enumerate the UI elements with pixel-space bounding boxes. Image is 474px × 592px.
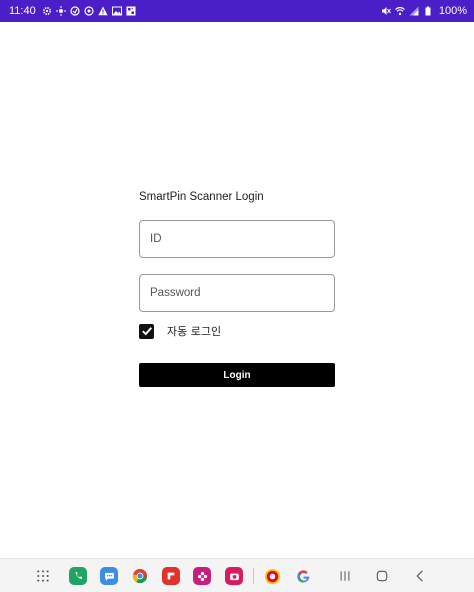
- google-icon[interactable]: [294, 567, 312, 585]
- warning-icon: [98, 6, 108, 16]
- status-right: 100%: [381, 5, 467, 17]
- dock-divider: [253, 568, 254, 584]
- battery-percent: 100%: [438, 5, 467, 17]
- chrome-icon[interactable]: [131, 567, 149, 585]
- settings-icon: [42, 6, 52, 16]
- home-button[interactable]: [373, 567, 391, 585]
- brightness-icon: [55, 6, 66, 16]
- vpn-icon: [70, 6, 80, 16]
- qr-icon: [126, 6, 136, 16]
- auto-login-label: 자동 로그인: [167, 325, 222, 338]
- auto-login-checkbox[interactable]: [139, 323, 154, 339]
- nav-bar: [0, 558, 474, 592]
- checkmark-icon: [141, 327, 152, 336]
- status-time: 11:40: [9, 5, 36, 17]
- flipboard-icon[interactable]: [162, 567, 180, 585]
- image-icon: [111, 6, 122, 16]
- signal-icon: [409, 6, 419, 16]
- login-button[interactable]: Login: [139, 363, 335, 387]
- status-bar: 11:40 100%: [0, 0, 474, 22]
- id-input[interactable]: [139, 220, 335, 258]
- mute-icon: [381, 6, 391, 16]
- recents-button[interactable]: [336, 567, 354, 585]
- battery-icon: [423, 6, 433, 16]
- messages-icon[interactable]: [100, 567, 118, 585]
- app-drawer-icon[interactable]: [34, 567, 52, 585]
- back-button[interactable]: [411, 567, 429, 585]
- sync-icon: [84, 6, 94, 16]
- login-title: SmartPin Scanner Login: [139, 191, 264, 203]
- status-left: 11:40: [9, 5, 136, 17]
- flower-icon[interactable]: [193, 567, 211, 585]
- wifi-icon: [394, 6, 405, 16]
- password-input[interactable]: [139, 274, 335, 312]
- camera-icon[interactable]: [225, 567, 243, 585]
- auto-login-row[interactable]: 자동 로그인: [139, 323, 221, 339]
- screen: 11:40 100% SmartPin Scanner Login ID 자동 …: [0, 0, 474, 592]
- phone-icon[interactable]: [69, 567, 87, 585]
- lotte-icon[interactable]: [263, 567, 281, 585]
